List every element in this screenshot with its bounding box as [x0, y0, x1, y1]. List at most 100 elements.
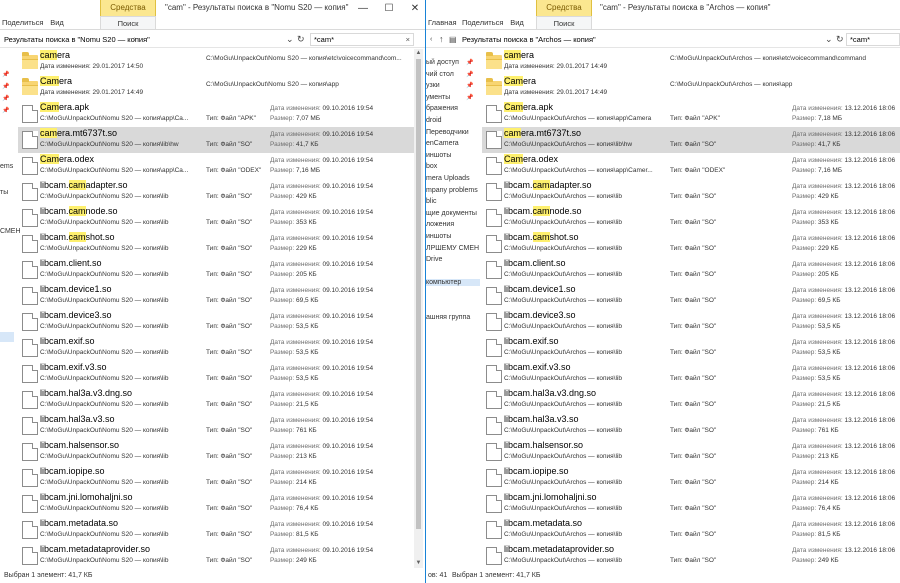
nav-item[interactable]: droid	[426, 117, 480, 124]
list-item[interactable]: libcam.iopipe.so C:\MoGu\UnpackOut\Archos…	[482, 465, 900, 491]
tab-share[interactable]: Поделиться	[2, 16, 43, 29]
list-item[interactable]: camera Дата изменения: 29.01.2017 14:49 C:…	[482, 49, 900, 75]
list-item[interactable]: Camera Дата изменения: 29.01.2017 14:49 C:…	[18, 75, 414, 101]
nav-item[interactable]: ems	[0, 163, 13, 170]
file-type: Тип: Файл "SO"	[670, 141, 716, 148]
pin-icon[interactable]: 📌	[2, 95, 9, 102]
list-item[interactable]: libcam.exif.v3.so C:\MoGu\UnpackOut\Archo…	[482, 361, 900, 387]
nav-item[interactable]: щие документы	[426, 210, 480, 217]
tab-share[interactable]: Поделиться	[462, 16, 503, 29]
pin-icon[interactable]: 📌	[2, 83, 9, 90]
maximize-icon[interactable]: ☐	[378, 0, 400, 16]
minimize-icon[interactable]: —	[352, 0, 374, 16]
pin-icon[interactable]: 📌	[2, 107, 9, 114]
list-item[interactable]: libcam.camnode.so C:\MoGu\UnpackOut\Nomu …	[18, 205, 414, 231]
list-item[interactable]: camera.mt6737t.so C:\MoGu\UnpackOut\Archo…	[482, 127, 900, 153]
list-item[interactable]: libcam.hal3a.v3.dng.so C:\MoGu\UnpackOut\…	[18, 387, 414, 413]
collapse-chevron-icon[interactable]: ‹	[430, 34, 432, 45]
list-item[interactable]: libcam.metadata.so C:\MoGu\UnpackOut\Arch…	[482, 517, 900, 543]
list-item[interactable]: libcam.client.so C:\MoGu\UnpackOut\Archos…	[482, 257, 900, 283]
vertical-scrollbar[interactable]: ▲ ▼	[414, 49, 423, 568]
scroll-thumb[interactable]	[416, 59, 421, 529]
list-item[interactable]: Camera.odex C:\MoGu\UnpackOut\Nomu S20 — …	[18, 153, 414, 179]
tab-view[interactable]: Вид	[506, 16, 528, 29]
nav-item[interactable]: ты	[0, 189, 8, 196]
tab-view[interactable]: Вид	[46, 16, 68, 29]
nav-item[interactable]: компьютер	[426, 279, 480, 287]
dropdown-icon[interactable]: ⌄	[825, 34, 833, 45]
pin-icon[interactable]: 📌	[466, 94, 473, 101]
nav-item[interactable]: box	[426, 163, 480, 170]
tab-search[interactable]: Поиск	[536, 16, 592, 29]
nav-item[interactable]: бражения	[426, 105, 480, 112]
scroll-up-icon[interactable]: ▲	[414, 49, 423, 58]
list-item[interactable]: libcam.metadataprovider.so C:\MoGu\Unpack…	[18, 543, 414, 568]
title-bar[interactable]: Средства поиска "cam" - Результаты поиск…	[0, 0, 425, 28]
list-item[interactable]: Camera Дата изменения: 29.01.2017 14:49 C:…	[482, 75, 900, 101]
file-name-suffix: adapter.so	[85, 180, 128, 190]
file-path: C:\MoGu\UnpackOut\Archos — копия\app	[670, 81, 793, 88]
nav-item[interactable]: Переводчики	[426, 129, 480, 136]
list-item[interactable]: libcam.metadataprovider.so C:\MoGu\Unpack…	[482, 543, 900, 568]
address-path[interactable]: Результаты поиска в "Archos — копия"	[462, 33, 822, 46]
refresh-icon[interactable]: ↻	[297, 34, 305, 45]
pin-icon[interactable]: 📌	[466, 71, 473, 78]
dropdown-icon[interactable]: ⌄	[286, 34, 294, 45]
list-item[interactable]: libcam.camnode.so C:\MoGu\UnpackOut\Archo…	[482, 205, 900, 231]
list-item[interactable]: libcam.exif.so C:\MoGu\UnpackOut\Archos —…	[482, 335, 900, 361]
list-item[interactable]: libcam.exif.so C:\MoGu\UnpackOut\Nomu S20…	[18, 335, 414, 361]
nav-item[interactable]: ЛРШЕМУ СМЕН	[426, 245, 480, 252]
list-item[interactable]: libcam.jni.lomohaljni.so C:\MoGu\UnpackOu…	[18, 491, 414, 517]
nav-item[interactable]: иншоты	[426, 152, 480, 159]
pin-icon[interactable]: 📌	[466, 82, 473, 89]
pin-icon[interactable]: 📌	[466, 59, 473, 66]
close-icon[interactable]: ✕	[404, 0, 425, 16]
list-item[interactable]: Camera.apk C:\MoGu\UnpackOut\Archos — коп…	[482, 101, 900, 127]
nav-item[interactable]: blic	[426, 198, 480, 205]
list-item[interactable]: libcam.halsensor.so C:\MoGu\UnpackOut\Arc…	[482, 439, 900, 465]
list-item[interactable]: libcam.exif.v3.so C:\MoGu\UnpackOut\Nomu …	[18, 361, 414, 387]
nav-item[interactable]: иншоты	[426, 233, 480, 240]
list-item[interactable]: camera.mt6737t.so C:\MoGu\UnpackOut\Nomu …	[18, 127, 414, 153]
tab-home[interactable]: Главная	[428, 16, 457, 29]
list-item[interactable]: libcam.camshot.so C:\MoGu\UnpackOut\Archo…	[482, 231, 900, 257]
breadcrumb-chevron-icon[interactable]: ›	[134, 34, 136, 45]
title-bar[interactable]: Средства поиска "cam" - Результаты поиск…	[426, 0, 900, 28]
search-input[interactable]: *cam* ×	[310, 33, 414, 46]
list-item[interactable]: libcam.jni.lomohaljni.so C:\MoGu\UnpackOu…	[482, 491, 900, 517]
list-item[interactable]: libcam.hal3a.v3.so C:\MoGu\UnpackOut\Arch…	[482, 413, 900, 439]
nav-item[interactable]: Drive	[426, 256, 480, 263]
list-item[interactable]: camera Дата изменения: 29.01.2017 14:50 C:…	[18, 49, 414, 75]
clear-search-icon[interactable]: ×	[406, 34, 410, 45]
nav-item[interactable]: mera Uploads	[426, 175, 480, 182]
nav-item[interactable]: mpany problems	[426, 187, 480, 194]
list-item[interactable]: libcam.camshot.so C:\MoGu\UnpackOut\Nomu …	[18, 231, 414, 257]
nav-item-selected[interactable]	[0, 332, 14, 342]
up-icon[interactable]: ↑	[439, 34, 444, 45]
list-item[interactable]: libcam.device3.so C:\MoGu\UnpackOut\Archo…	[482, 309, 900, 335]
search-tools-tab[interactable]: Средства поиска	[536, 0, 592, 28]
list-item[interactable]: libcam.device3.so C:\MoGu\UnpackOut\Nomu …	[18, 309, 414, 335]
nav-item[interactable]: ложения	[426, 221, 480, 228]
list-item[interactable]: libcam.metadata.so C:\MoGu\UnpackOut\Nomu…	[18, 517, 414, 543]
search-input[interactable]: *cam*	[846, 33, 900, 46]
list-item[interactable]: libcam.iopipe.so C:\MoGu\UnpackOut\Nomu S…	[18, 465, 414, 491]
list-item[interactable]: libcam.camadapter.so C:\MoGu\UnpackOut\Ar…	[482, 179, 900, 205]
list-item[interactable]: libcam.halsensor.so C:\MoGu\UnpackOut\Nom…	[18, 439, 414, 465]
nav-item[interactable]: enCamera	[426, 140, 480, 147]
pin-icon[interactable]: 📌	[2, 71, 9, 78]
scroll-down-icon[interactable]: ▼	[414, 559, 423, 568]
list-item[interactable]: libcam.camadapter.so C:\MoGu\UnpackOut\No…	[18, 179, 414, 205]
list-item[interactable]: libcam.hal3a.v3.so C:\MoGu\UnpackOut\Nomu…	[18, 413, 414, 439]
nav-item[interactable]: ашняя группа	[426, 314, 480, 321]
list-item[interactable]: Camera.odex C:\MoGu\UnpackOut\Archos — ко…	[482, 153, 900, 179]
list-item[interactable]: Camera.apk C:\MoGu\UnpackOut\Nomu S20 — к…	[18, 101, 414, 127]
tab-search[interactable]: Поиск	[100, 16, 156, 29]
address-path[interactable]: Результаты поиска в "Nomu S20 — копия"	[4, 33, 284, 46]
list-item[interactable]: libcam.hal3a.v3.dng.so C:\MoGu\UnpackOut\…	[482, 387, 900, 413]
list-item[interactable]: libcam.device1.so C:\MoGu\UnpackOut\Nomu …	[18, 283, 414, 309]
search-tools-tab[interactable]: Средства поиска	[100, 0, 156, 28]
refresh-icon[interactable]: ↻	[836, 34, 844, 45]
list-item[interactable]: libcam.device1.so C:\MoGu\UnpackOut\Archo…	[482, 283, 900, 309]
list-item[interactable]: libcam.client.so C:\MoGu\UnpackOut\Nomu S…	[18, 257, 414, 283]
